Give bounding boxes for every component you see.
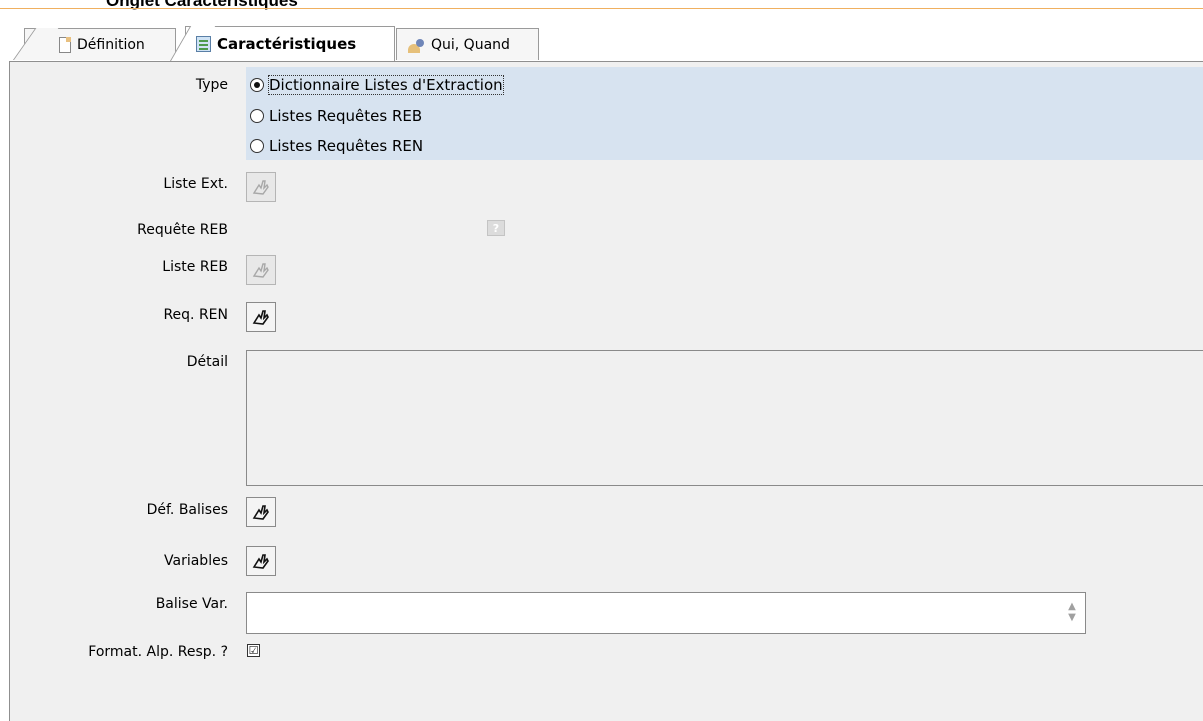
tab-strip: Définition Caractéristiques Qui, Quand <box>0 12 1203 62</box>
def-balises-picker-button[interactable] <box>246 497 276 527</box>
tab-qui-quand-label: Qui, Quand <box>431 36 510 53</box>
req-ren-label: Req. REN <box>163 307 228 323</box>
hand-picker-icon <box>252 310 269 325</box>
type-option-ren[interactable]: Listes Requêtes REN <box>250 137 423 155</box>
tab-definition[interactable]: Définition <box>24 28 176 60</box>
tab-qui-quand[interactable]: Qui, Quand <box>396 28 539 60</box>
type-option-reb[interactable]: Listes Requêtes REB <box>250 107 422 125</box>
balise-var-input[interactable]: ▲ ▼ <box>246 592 1086 634</box>
liste-ext-picker-button[interactable] <box>246 172 276 202</box>
document-heading: Onglet Caractéristiques <box>106 0 298 10</box>
characteristics-panel: Type Dictionnaire Listes d'Extraction Li… <box>9 61 1203 721</box>
balise-var-label: Balise Var. <box>155 596 228 612</box>
hand-picker-icon <box>252 505 269 520</box>
sheet-icon <box>196 36 211 52</box>
hand-picker-icon <box>252 263 269 278</box>
tab-caracteristiques[interactable]: Caractéristiques <box>185 26 395 61</box>
radio-unselected[interactable] <box>250 139 264 153</box>
tab-caracteristiques-label: Caractéristiques <box>217 35 357 53</box>
hand-picker-icon <box>252 180 269 195</box>
hand-picker-icon <box>252 554 269 569</box>
type-option-label: Listes Requêtes REN <box>269 137 424 155</box>
document-icon <box>59 36 71 53</box>
requete-reb-label: Requête REB <box>137 222 228 238</box>
heading-rule <box>0 8 1203 9</box>
variables-label: Variables <box>164 553 228 569</box>
type-option-label: Listes Requêtes REB <box>269 107 423 125</box>
liste-reb-label: Liste REB <box>162 259 228 275</box>
person-icon <box>407 37 425 53</box>
type-option-label: Dictionnaire Listes d'Extraction <box>268 75 504 95</box>
radio-selected[interactable] <box>250 78 264 92</box>
detail-label: Détail <box>186 354 228 370</box>
variables-picker-button[interactable] <box>246 546 276 576</box>
liste-ext-label: Liste Ext. <box>163 176 228 192</box>
detail-textarea[interactable] <box>246 350 1203 486</box>
def-balises-label: Déf. Balises <box>146 502 228 518</box>
radio-unselected[interactable] <box>250 109 264 123</box>
spin-arrows-icon[interactable]: ▲ ▼ <box>1065 601 1079 627</box>
format-alp-resp-label: Format. Alp. Resp. ? <box>88 644 228 660</box>
help-button[interactable]: ? <box>487 220 505 236</box>
liste-reb-picker-button[interactable] <box>246 255 276 285</box>
req-ren-picker-button[interactable] <box>246 302 276 332</box>
type-option-dictionnaire[interactable]: Dictionnaire Listes d'Extraction <box>250 75 504 95</box>
tab-definition-label: Définition <box>77 36 145 53</box>
type-radio-group: Dictionnaire Listes d'Extraction Listes … <box>246 67 1203 160</box>
format-alp-resp-checkbox[interactable]: ☑ <box>247 644 260 657</box>
type-label: Type <box>195 77 228 93</box>
